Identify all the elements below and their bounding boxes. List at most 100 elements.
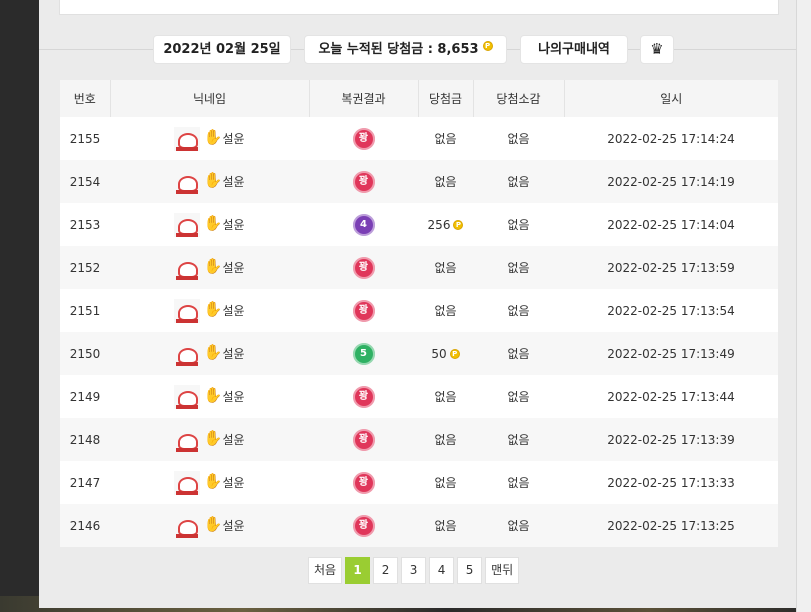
nickname-text: 설윤	[222, 476, 245, 490]
page-4-button[interactable]: 4	[429, 557, 455, 584]
row-nickname[interactable]: 설윤	[110, 117, 309, 160]
result-ball-icon: 꽝	[352, 170, 375, 193]
avatar-icon	[174, 384, 201, 409]
page-3-button[interactable]: 3	[401, 557, 427, 584]
lottery-results-table: 번호 닉네임 복권결과 당첨금 당첨소감 일시 2155설윤꽝없음없음2022-…	[60, 80, 778, 547]
nickname-text: 설윤	[222, 433, 245, 447]
avatar-icon	[174, 169, 201, 194]
hand-icon	[203, 515, 222, 537]
hand-icon	[203, 214, 222, 236]
crown-button[interactable]: ♛	[640, 35, 674, 64]
row-comment: 없음	[507, 304, 530, 318]
row-nickname[interactable]: 설윤	[110, 246, 309, 289]
row-comment: 없음	[507, 433, 530, 447]
row-number: 2149	[69, 389, 101, 404]
row-comment: 없음	[507, 519, 530, 533]
table-row: 2149 설윤 꽝 없음 없음 2022-02-25 17:13:44	[60, 375, 778, 418]
prize-text: 없음	[434, 476, 457, 490]
row-prize: 없음	[418, 160, 473, 203]
row-datetime: 2022-02-25 17:13:33	[607, 475, 735, 490]
nickname-text: 설윤	[222, 519, 245, 533]
row-datetime: 2022-02-25 17:14:19	[607, 174, 735, 189]
row-prize: 없음	[418, 418, 473, 461]
nickname-text: 설윤	[222, 218, 245, 232]
daily-total-label: 오늘 누적된 당첨금 : 8,653	[318, 42, 479, 57]
col-result: 복권결과	[309, 80, 419, 117]
row-result: 꽝	[309, 418, 418, 461]
row-nickname[interactable]: 설윤	[110, 418, 309, 461]
prize-text: 256	[427, 217, 451, 232]
row-result: 꽝	[309, 117, 418, 160]
nickname-text: 설윤	[222, 304, 245, 318]
nickname-text: 설윤	[222, 390, 245, 404]
result-ball-icon: 꽝	[352, 127, 375, 150]
page-last-button[interactable]: 맨뒤	[485, 557, 520, 584]
avatar-icon	[174, 513, 201, 538]
row-nickname[interactable]: 설윤	[110, 332, 309, 375]
avatar-icon	[174, 341, 201, 366]
result-ball-icon: 꽝	[352, 256, 375, 279]
prize-text: 없음	[434, 175, 457, 189]
table-row: 2150 설윤 5 50P 없음 2022-02-25 17:13:49	[60, 332, 778, 375]
row-datetime: 2022-02-25 17:14:04	[607, 217, 735, 232]
row-nickname[interactable]: 설윤	[110, 461, 309, 504]
row-result: 5	[309, 332, 418, 375]
row-result: 꽝	[309, 289, 418, 332]
nickname-text: 설윤	[222, 175, 245, 189]
hand-icon	[203, 171, 222, 193]
row-datetime: 2022-02-25 17:14:24	[607, 131, 735, 146]
row-number: 2146	[69, 518, 101, 533]
row-nickname[interactable]: 설윤	[110, 289, 309, 332]
row-nickname[interactable]: 설윤	[110, 504, 309, 547]
table-row: 2155 설윤 꽝 없음 없음 2022-02-25 17:14:24	[60, 117, 778, 160]
row-number: 2153	[69, 217, 101, 232]
prize-text: 없음	[434, 519, 457, 533]
row-comment: 없음	[507, 218, 530, 232]
table-row: 2152 설윤 꽝 없음 없음 2022-02-25 17:13:59	[60, 246, 778, 289]
prize-text: 없음	[434, 433, 457, 447]
row-comment: 없음	[507, 175, 530, 189]
table-row: 2154 설윤 꽝 없음 없음 2022-02-25 17:14:19	[60, 160, 778, 203]
row-number: 2152	[69, 260, 101, 275]
row-comment: 없음	[507, 347, 530, 361]
prize-text: 없음	[434, 304, 457, 318]
date-label: 2022년 02월 25일	[153, 35, 291, 64]
row-nickname[interactable]: 설윤	[110, 160, 309, 203]
row-prize: 없음	[418, 246, 473, 289]
row-result: 꽝	[309, 461, 418, 504]
coin-icon: P	[482, 41, 493, 51]
avatar-icon	[174, 126, 201, 151]
scrollbar[interactable]	[796, 0, 811, 612]
prize-text: 없음	[434, 132, 457, 146]
col-number: 번호	[60, 80, 111, 117]
result-ball-icon: 4	[352, 213, 375, 236]
page-1-button[interactable]: 1	[345, 557, 371, 584]
prize-text: 없음	[434, 390, 457, 404]
prize-text: 없음	[434, 261, 457, 275]
row-nickname[interactable]: 설윤	[110, 203, 309, 246]
col-prize: 당첨금	[418, 80, 474, 117]
coin-icon: P	[449, 348, 460, 359]
col-nickname: 닉네임	[110, 80, 310, 117]
avatar-icon	[174, 255, 201, 280]
top-card	[59, 0, 779, 15]
page-first-button[interactable]: 처음	[308, 557, 343, 584]
row-prize: 없음	[418, 375, 473, 418]
page-2-button[interactable]: 2	[373, 557, 399, 584]
result-ball-icon: 5	[352, 342, 375, 365]
pagination: 처음 1 2 3 4 5 맨뒤	[308, 557, 520, 584]
avatar-icon	[174, 470, 201, 495]
row-result: 꽝	[309, 246, 418, 289]
hand-icon	[203, 128, 222, 150]
nickname-text: 설윤	[222, 347, 245, 361]
row-prize: 50 P	[418, 332, 473, 375]
page-5-button[interactable]: 5	[457, 557, 483, 584]
avatar-icon	[174, 298, 201, 323]
hand-icon	[203, 257, 222, 279]
my-history-button[interactable]: 나의구매내역	[520, 35, 628, 64]
row-result: 4	[309, 203, 418, 246]
row-nickname[interactable]: 설윤	[110, 375, 309, 418]
row-datetime: 2022-02-25 17:13:54	[607, 303, 735, 318]
row-datetime: 2022-02-25 17:13:25	[607, 518, 735, 533]
row-comment: 없음	[507, 390, 530, 404]
